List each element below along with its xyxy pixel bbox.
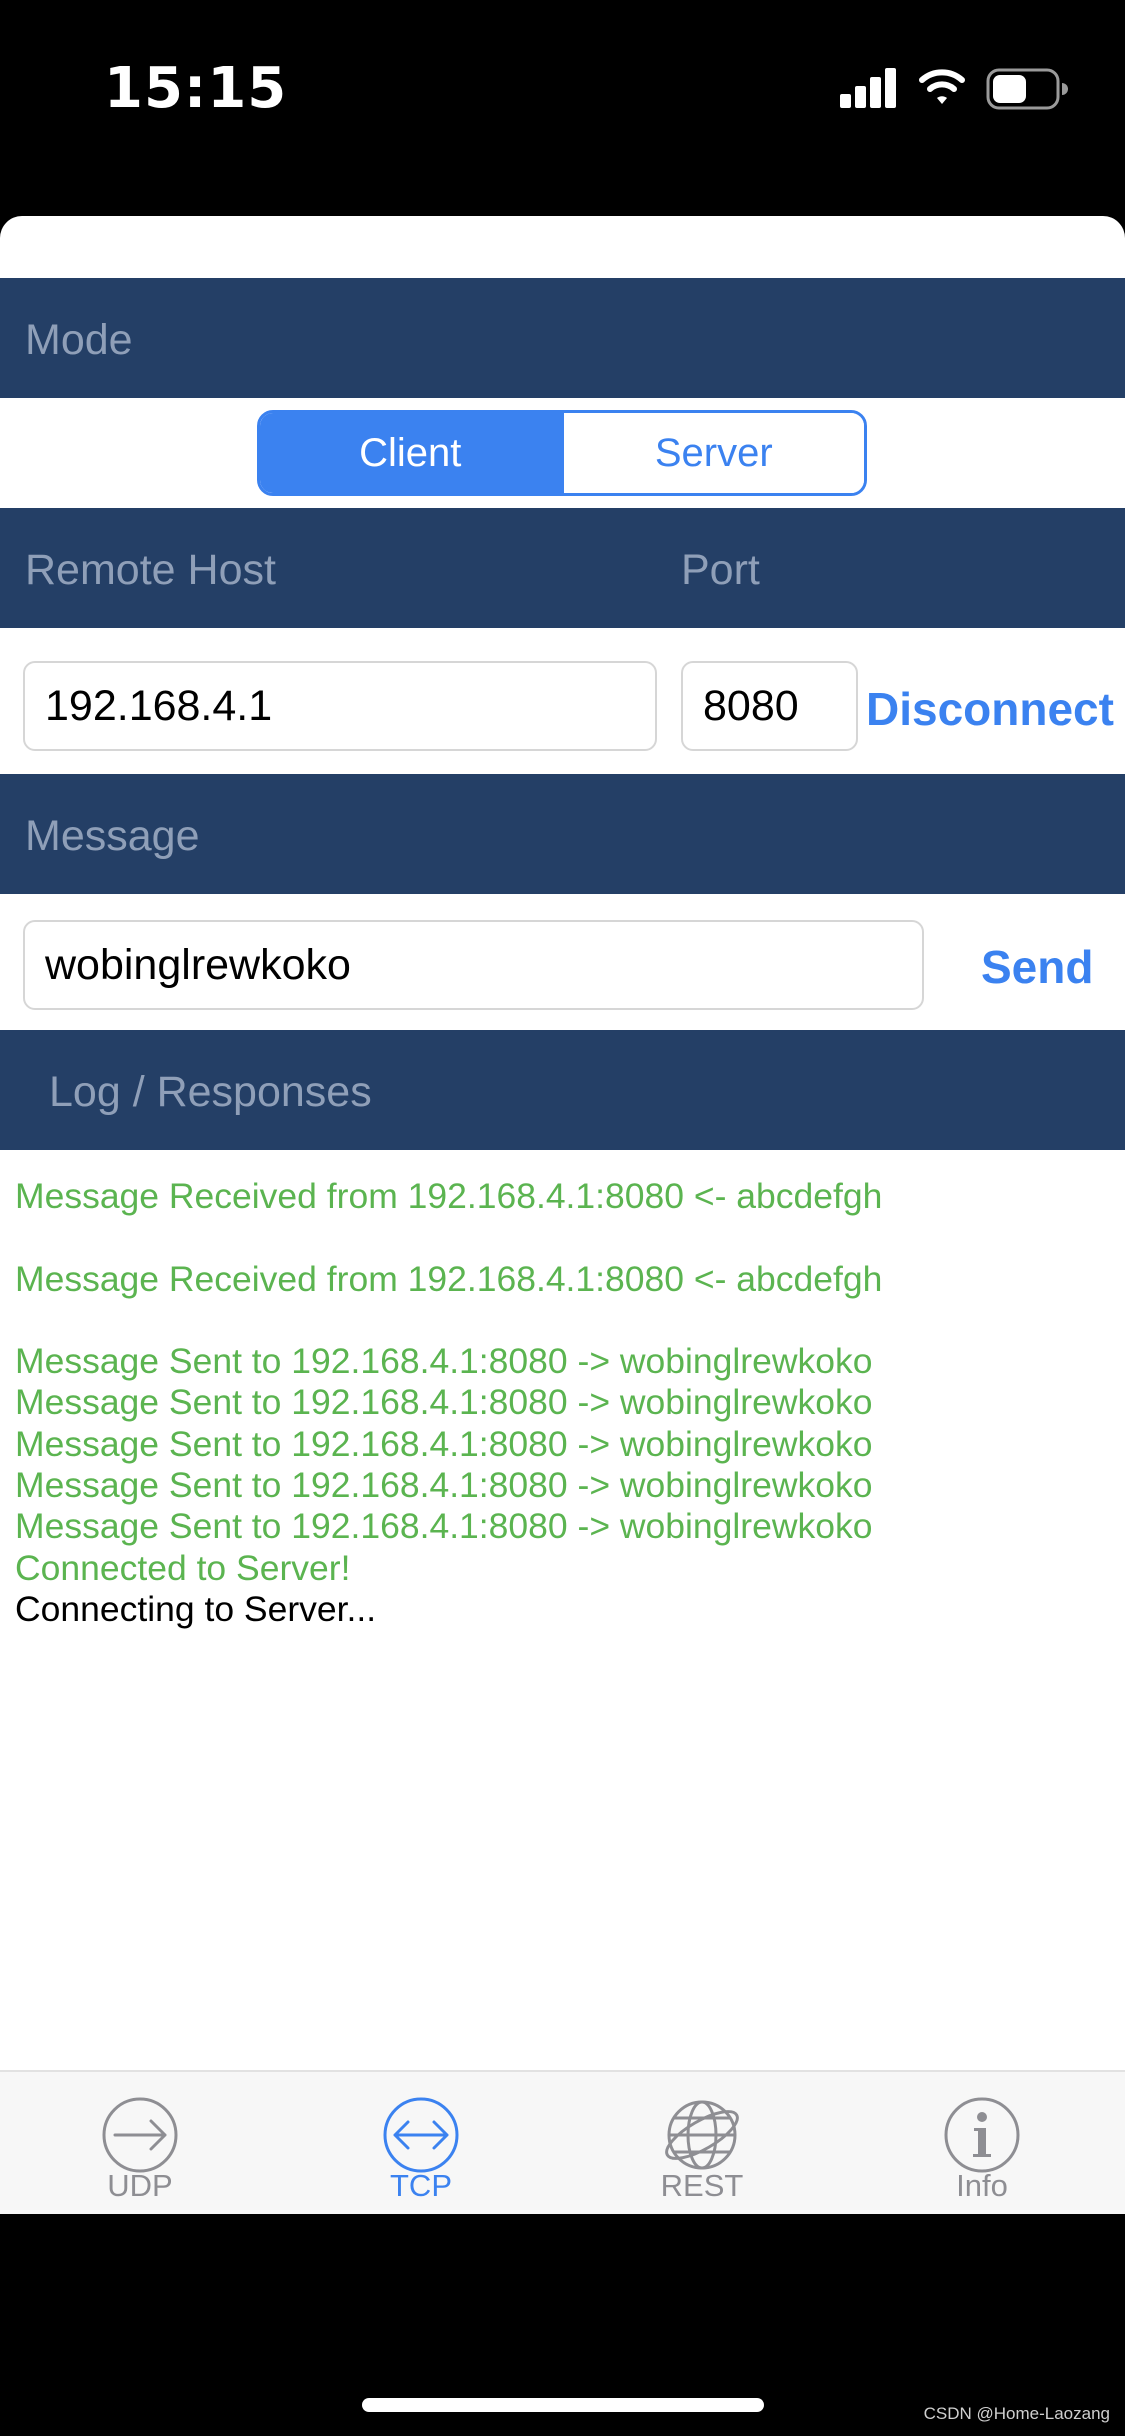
tab-udp[interactable]: UDP (70, 2072, 210, 2214)
segment-server[interactable]: Server (560, 413, 864, 493)
battery-icon (986, 68, 1068, 110)
log-line: Message Received from 192.168.4.1:8080 <… (15, 1176, 883, 1216)
globe-icon (665, 2100, 739, 2170)
message-row: wobinglrewkoko Send (0, 894, 1125, 1030)
connection-header: Remote Host Port (0, 508, 1125, 628)
log-line: Message Sent to 192.168.4.1:8080 -> wobi… (15, 1382, 873, 1423)
remote-host-label: Remote Host (25, 546, 276, 594)
tab-rest[interactable]: REST (632, 2072, 772, 2214)
info-circle-icon (944, 2097, 1020, 2173)
mode-header-label: Mode (25, 316, 133, 364)
message-header: Message (0, 774, 1125, 894)
tab-info-label: Info (956, 2168, 1008, 2203)
mode-segmented-control: Client Server (257, 410, 867, 496)
log-line: Message Received from 192.168.4.1:8080 <… (15, 1258, 883, 1299)
log-header-label: Log / Responses (49, 1068, 372, 1116)
log-line: Connecting to Server... (15, 1588, 377, 1629)
message-input[interactable]: wobinglrewkoko (23, 920, 924, 1010)
log-line: Message Sent to 192.168.4.1:8080 -> wobi… (15, 1423, 873, 1464)
status-time: 15:15 (104, 56, 288, 121)
mode-row: Client Server (0, 398, 1125, 508)
log-line: Message Sent to 192.168.4.1:8080 -> wobi… (15, 1341, 873, 1382)
watermark: CSDN @Home-Laozang (923, 2404, 1110, 2423)
port-input[interactable]: 8080 (681, 661, 858, 751)
tab-info[interactable]: Info (912, 2072, 1052, 2214)
arrows-left-right-circle-icon (383, 2097, 459, 2173)
tab-tcp-label: TCP (390, 2168, 452, 2203)
tab-bar: UDP TCP REST Info (0, 2070, 1125, 2214)
disconnect-button[interactable]: Disconnect (866, 682, 1114, 736)
log-line: Message Sent to 192.168.4.1:8080 -> wobi… (15, 1465, 873, 1506)
log-list: Message Received from 192.168.4.1:8080 <… (15, 1176, 1110, 1630)
tab-tcp[interactable]: TCP (351, 2072, 491, 2214)
mode-header: Mode (0, 278, 1125, 398)
tab-udp-label: UDP (107, 2168, 173, 2203)
arrow-right-circle-icon (102, 2097, 178, 2173)
send-button[interactable]: Send (981, 940, 1093, 994)
segment-client[interactable]: Client (260, 413, 561, 493)
connection-row: 192.168.4.1 8080 Disconnect (0, 628, 1125, 774)
log-header: Log / Responses (0, 1030, 1125, 1150)
log-line: Connected to Server! (15, 1547, 351, 1588)
port-label: Port (681, 546, 760, 594)
cellular-signal-icon (840, 66, 898, 108)
remote-host-input[interactable]: 192.168.4.1 (23, 661, 657, 751)
message-header-label: Message (25, 812, 200, 860)
home-indicator (362, 2398, 764, 2412)
log-line: Message Sent to 192.168.4.1:8080 -> wobi… (15, 1506, 873, 1547)
wifi-icon (919, 69, 965, 104)
tab-rest-label: REST (660, 2168, 744, 2203)
